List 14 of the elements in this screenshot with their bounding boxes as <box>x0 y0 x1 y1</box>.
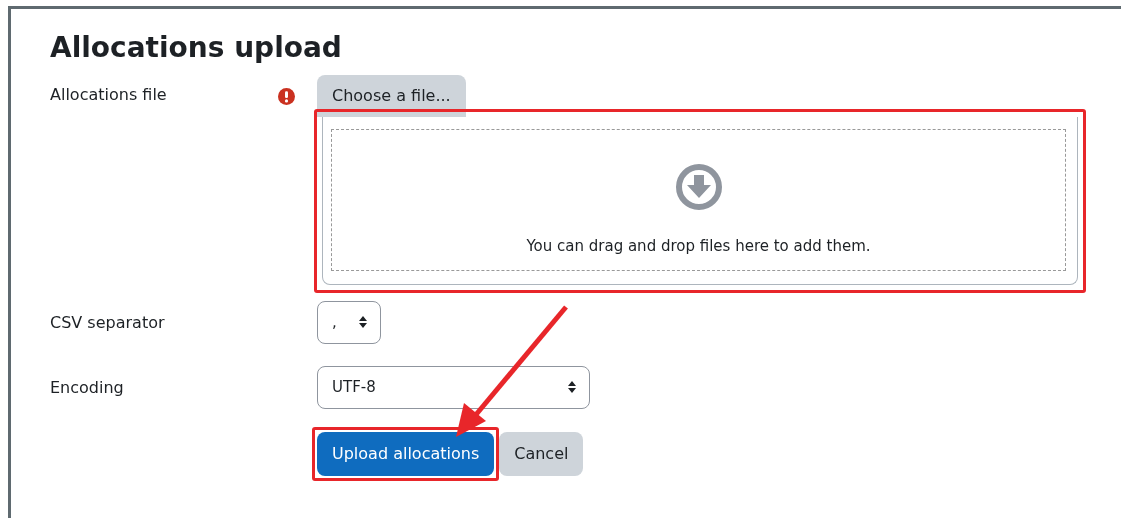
caret-icon <box>358 315 368 330</box>
choose-file-button[interactable]: Choose a file... <box>317 74 466 117</box>
field-label: Encoding <box>50 376 125 399</box>
caret-icon <box>567 380 577 395</box>
field-label: CSV separator <box>50 311 166 334</box>
page-title: Allocations upload <box>50 31 343 65</box>
upload-button[interactable]: Upload allocations <box>317 431 495 476</box>
drop-hint: You can drag and drop files here to add them. <box>526 236 871 258</box>
cancel-button[interactable]: Cancel <box>499 431 584 476</box>
download-icon <box>674 163 723 212</box>
field-label: Allocations file <box>50 83 168 106</box>
select-field[interactable]: UTF-8 <box>317 365 590 409</box>
drop-zone[interactable]: You can drag and drop files here to add them. <box>322 116 1078 285</box>
select-field[interactable]: , <box>317 300 381 344</box>
